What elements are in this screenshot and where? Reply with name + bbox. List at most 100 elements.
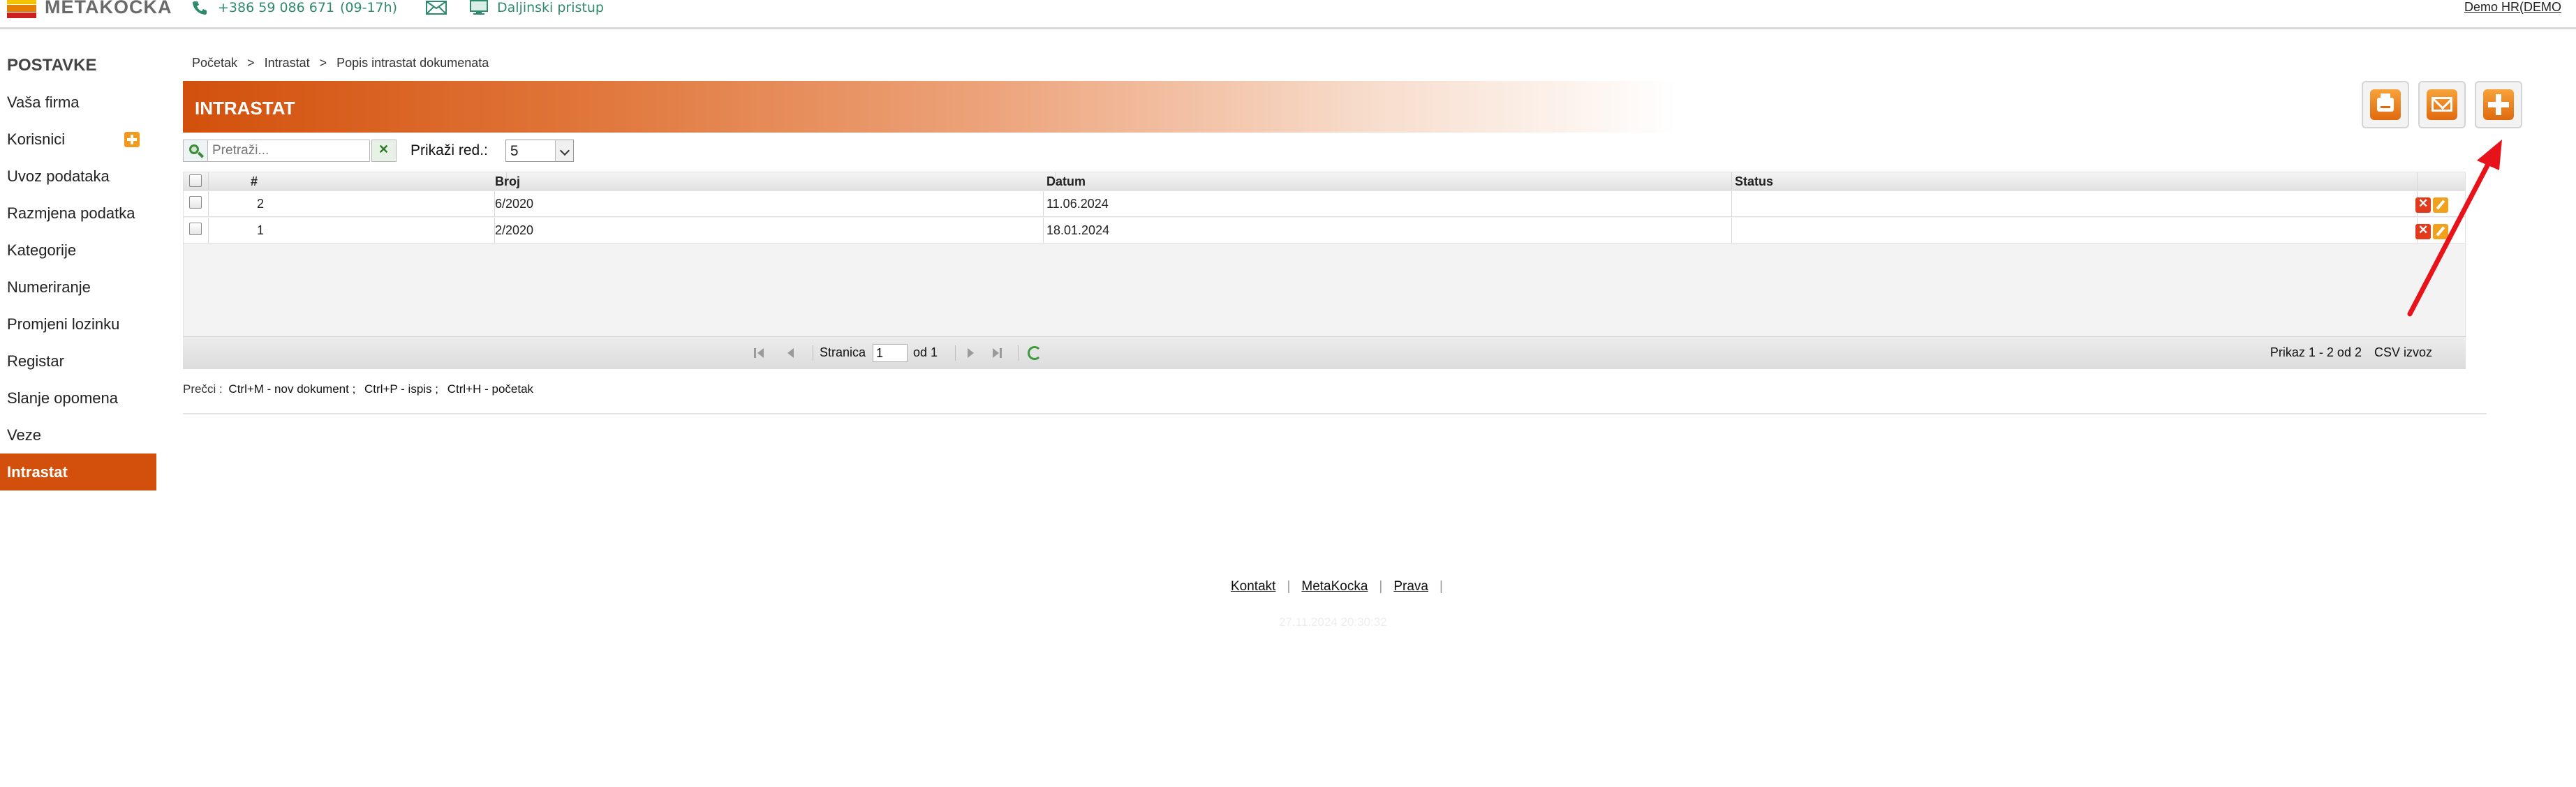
page-title: INTRASTAT [195, 98, 295, 119]
breadcrumb-intrastat[interactable]: Intrastat [265, 56, 310, 70]
footer-link-kontakt[interactable]: Kontakt [1231, 579, 1275, 594]
next-page-icon[interactable] [963, 347, 977, 359]
sidebar-item-label: Registar [7, 352, 64, 370]
cell-number: 2 [209, 191, 495, 216]
rows-per-page-label: Prikaži red.: [410, 142, 488, 158]
table-row[interactable]: 2 6/2020 11.06.2024 [184, 191, 2465, 217]
page-title-bar: INTRASTAT [183, 81, 2005, 133]
sidebar-item-kategorije[interactable]: Kategorije [0, 232, 158, 269]
select-all-checkbox[interactable] [189, 174, 202, 187]
footer: Kontakt | MetaKocka | Prava | [1231, 579, 1443, 594]
sidebar-item-label: Korisnici [7, 130, 66, 148]
phone-contact: +386 59 086 671 (09-17h) [191, 0, 397, 15]
column-header-datum[interactable]: Datum [1044, 172, 1732, 190]
rows-per-page-select[interactable]: 5 [505, 140, 574, 162]
sidebar-item-numeriranje[interactable]: Numeriranje [0, 269, 158, 306]
pager-summary-area: Prikaz 1 - 2 od 2 CSV izvoz [2270, 345, 2432, 360]
sidebar-item-vasa-firma[interactable]: Vaša firma [0, 84, 158, 121]
breadcrumb: Početak > Intrastat > Popis intrastat do… [192, 56, 489, 70]
sidebar-item-label: Promjeni lozinku [7, 315, 120, 333]
page-label: Stranica [820, 345, 866, 359]
sidebar-item-intrastat[interactable]: Intrastat [0, 454, 156, 490]
column-header-broj[interactable] [507, 172, 1056, 190]
shortcut-home: Ctrl+H - početak [447, 382, 534, 396]
row-checkbox[interactable] [189, 196, 202, 209]
logo-mark-icon [7, 0, 36, 18]
sidebar-item-korisnici[interactable]: Korisnici [0, 121, 158, 158]
pager: Stranica od 1 Prikaz 1 - 2 od 2 CSV izvo… [183, 336, 2466, 369]
top-bar: METAKOCKA +386 59 086 671 (09-17h) Dalji… [0, 0, 2576, 29]
cell-broj: 6/2020 [495, 191, 1044, 216]
footer-link-prava[interactable]: Prava [1393, 579, 1428, 594]
page-number-input[interactable] [873, 344, 908, 362]
search-icon[interactable] [183, 140, 208, 162]
sidebar-item-veze[interactable]: Veze [0, 417, 158, 454]
sidebar-item-label: Vaša firma [7, 93, 80, 111]
rows-per-page-value: 5 [510, 143, 519, 159]
footer-timestamp: 27.11.2024 20:30:32 [1279, 615, 1387, 629]
column-header-broj-label: Broj [495, 174, 520, 188]
column-header-status[interactable]: Status [1732, 172, 2418, 190]
sidebar-item-uvoz-podataka[interactable]: Uvoz podataka [0, 158, 158, 195]
breadcrumb-home[interactable]: Početak [192, 56, 237, 70]
mail-contact[interactable] [426, 0, 447, 15]
table-row[interactable]: 1 2/2020 18.01.2024 [184, 218, 2465, 243]
sidebar-item-registar[interactable]: Registar [0, 343, 158, 380]
keyboard-shortcuts: Prečci : Ctrl+M - nov dokument ; Ctrl+P … [183, 382, 533, 396]
envelope-icon [426, 1, 447, 15]
sidebar-item-label: Numeriranje [7, 278, 91, 296]
logo-text: METAKOCKA [45, 0, 172, 17]
phone-hours: (09-17h) [340, 0, 398, 15]
breadcrumb-separator: > [247, 56, 255, 70]
sidebar: POSTAVKE Vaša firma Korisnici Uvoz podat… [0, 47, 158, 490]
print-button[interactable] [2362, 81, 2409, 128]
page-of-label: od 1 [913, 345, 938, 359]
annotation-arrow-icon [2407, 140, 2502, 317]
breadcrumb-current: Popis intrastat dokumenata [336, 56, 489, 70]
phone-number: +386 59 086 671 [218, 0, 335, 15]
refresh-icon[interactable] [1028, 346, 1042, 360]
remote-access[interactable]: Daljinski pristup [469, 0, 604, 15]
printer-icon [2377, 93, 2394, 112]
search-input[interactable] [208, 140, 370, 162]
row-checkbox[interactable] [189, 223, 202, 235]
sidebar-item-label: Kategorije [7, 241, 77, 259]
shortcut-new: Ctrl+M - nov dokument ; [228, 382, 356, 396]
user-account-link[interactable]: Demo HR(DEMO [2464, 0, 2576, 15]
plus-icon [2483, 89, 2514, 120]
sidebar-item-razmjena-podatka[interactable]: Razmjena podatka [0, 195, 158, 232]
sidebar-item-promjeni-lozinku[interactable]: Promjeni lozinku [0, 306, 158, 343]
footer-separator: | [1287, 579, 1291, 594]
phone-icon [193, 1, 207, 15]
cell-status [1732, 218, 2418, 243]
pager-summary: Prikaz 1 - 2 od 2 [2270, 345, 2362, 359]
sidebar-title: POSTAVKE [7, 56, 97, 75]
table-header: # Datum Status [184, 172, 2465, 190]
logo[interactable]: METAKOCKA [7, 0, 172, 21]
sidebar-item-label: Slanje opomena [7, 389, 119, 407]
footer-separator: | [1439, 579, 1443, 594]
breadcrumb-separator: > [319, 56, 327, 70]
remote-access-label: Daljinski pristup [497, 0, 604, 15]
sidebar-item-label: Razmjena podatka [7, 204, 135, 222]
first-page-icon[interactable] [754, 347, 768, 359]
sidebar-item-slanje-opomena[interactable]: Slanje opomena [0, 380, 158, 417]
shortcuts-label: Prečci : [183, 382, 223, 396]
footer-link-metakocka[interactable]: MetaKocka [1301, 579, 1368, 594]
clear-search-icon[interactable] [371, 140, 397, 162]
search-bar: Prikaži red.: 5 [183, 140, 574, 162]
monitor-icon [470, 0, 488, 15]
email-button[interactable] [2418, 81, 2466, 128]
envelope-icon [2431, 97, 2452, 112]
last-page-icon[interactable] [990, 347, 1004, 359]
cell-number: 1 [209, 218, 495, 243]
chevron-down-icon [554, 140, 573, 161]
footer-separator: | [1379, 579, 1383, 594]
sidebar-item-label: Uvoz podataka [7, 167, 110, 185]
csv-export-link[interactable]: CSV izvoz [2374, 345, 2432, 360]
add-user-plus-icon[interactable] [124, 132, 140, 147]
add-document-button[interactable] [2475, 81, 2522, 128]
previous-page-icon[interactable] [785, 347, 799, 359]
column-header-number[interactable]: # [209, 172, 507, 190]
cell-datum: 11.06.2024 [1044, 191, 1732, 216]
